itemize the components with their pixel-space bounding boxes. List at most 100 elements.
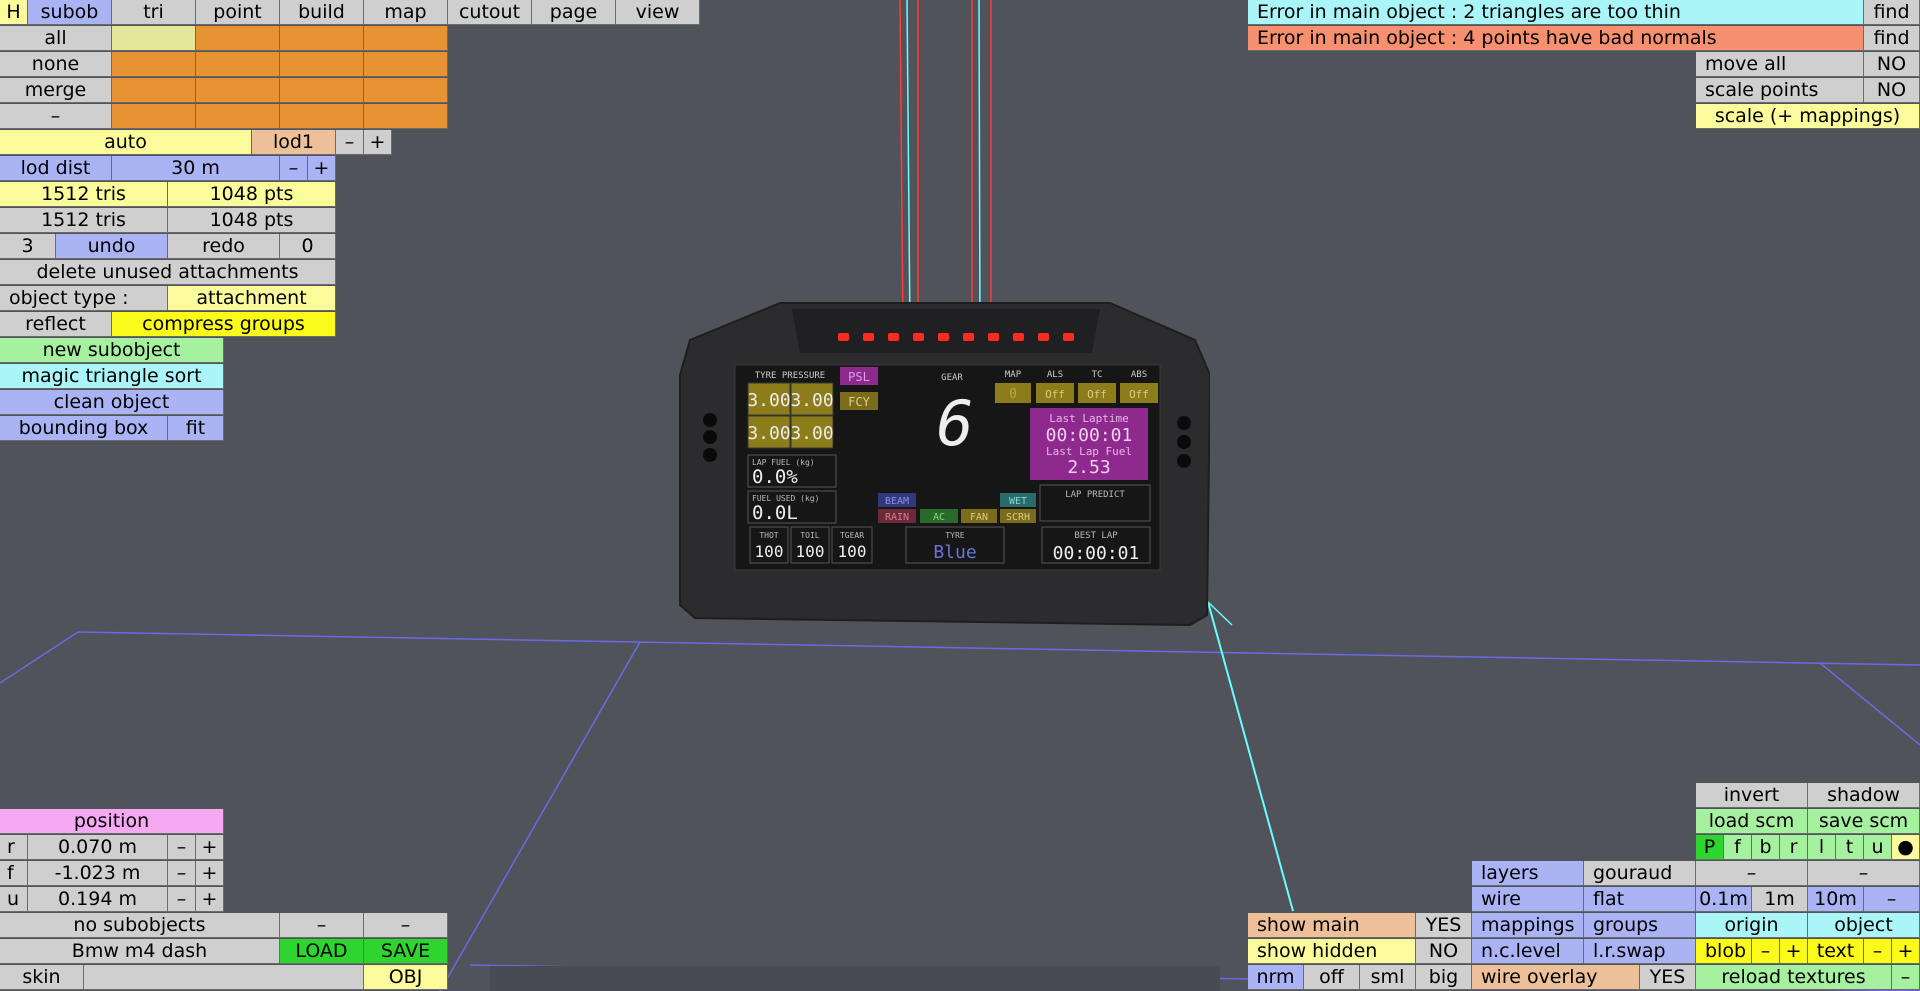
lod-minus-button[interactable]: – bbox=[336, 130, 364, 155]
dash-model[interactable]: TYRE PRESSURE 3.00 3.00 3.00 3.00 PSL FC… bbox=[670, 295, 1210, 630]
object-type-value[interactable]: attachment bbox=[168, 286, 336, 311]
magic-triangle-sort-button[interactable]: magic triangle sort bbox=[0, 364, 224, 389]
find-button[interactable]: find bbox=[1864, 0, 1920, 25]
view-dot-button[interactable]: ● bbox=[1892, 835, 1920, 860]
compress-groups-button[interactable]: compress groups bbox=[112, 312, 336, 337]
bounding-box-button[interactable]: bounding box bbox=[0, 416, 168, 441]
f-plus-button[interactable]: + bbox=[196, 861, 224, 886]
r-plus-button[interactable]: + bbox=[196, 835, 224, 860]
grid-0-1m-button[interactable]: 0.1m bbox=[1696, 887, 1752, 912]
f-value[interactable]: -1.023 m bbox=[28, 861, 168, 886]
gouraud-button[interactable]: gouraud bbox=[1584, 861, 1696, 886]
object-button[interactable]: object bbox=[1808, 913, 1920, 938]
redo-button[interactable]: redo bbox=[168, 234, 280, 259]
dash-button[interactable]: – bbox=[280, 913, 364, 938]
subobject-slot[interactable] bbox=[364, 52, 448, 77]
wire-overlay-toggle[interactable]: YES bbox=[1640, 965, 1696, 990]
wire-button[interactable]: wire bbox=[1472, 887, 1584, 912]
new-subobject-button[interactable]: new subobject bbox=[0, 338, 224, 363]
subobject-slot[interactable] bbox=[196, 52, 280, 77]
skin-field[interactable] bbox=[84, 965, 364, 990]
show-hidden-toggle[interactable]: NO bbox=[1416, 939, 1472, 964]
menu-page[interactable]: page bbox=[532, 0, 616, 25]
load-scm-button[interactable]: load scm bbox=[1696, 809, 1808, 834]
menu-tri[interactable]: tri bbox=[112, 0, 196, 25]
subobject-slot[interactable] bbox=[196, 78, 280, 103]
delete-unused-attachments-button[interactable]: delete unused attachments bbox=[0, 260, 336, 285]
dash-button[interactable]: – bbox=[364, 913, 448, 938]
text-button[interactable]: text bbox=[1808, 939, 1864, 964]
view-top-button[interactable]: t bbox=[1836, 835, 1864, 860]
menu-build[interactable]: build bbox=[280, 0, 364, 25]
menu-view[interactable]: view bbox=[616, 0, 700, 25]
grid-1m-button[interactable]: 1m bbox=[1752, 887, 1808, 912]
scale-points-toggle[interactable]: NO bbox=[1864, 78, 1920, 103]
view-right-button[interactable]: r bbox=[1780, 835, 1808, 860]
show-main-toggle[interactable]: YES bbox=[1416, 913, 1472, 938]
text-minus-button[interactable]: – bbox=[1864, 939, 1892, 964]
lod-auto-button[interactable]: auto bbox=[0, 130, 252, 155]
save-button[interactable]: SAVE bbox=[364, 939, 448, 964]
view-left-button[interactable]: l bbox=[1808, 835, 1836, 860]
find-button[interactable]: find bbox=[1864, 26, 1920, 51]
undo-button[interactable]: undo bbox=[56, 234, 168, 259]
lod-dist-minus-button[interactable]: – bbox=[280, 156, 308, 181]
select-all-button[interactable]: all bbox=[0, 26, 112, 51]
obj-button[interactable]: OBJ bbox=[364, 965, 448, 990]
mappings-button[interactable]: mappings bbox=[1472, 913, 1584, 938]
subobject-slot[interactable] bbox=[280, 78, 364, 103]
normals-big-button[interactable]: big bbox=[1416, 965, 1472, 990]
fit-button[interactable]: fit bbox=[168, 416, 224, 441]
u-minus-button[interactable]: – bbox=[168, 887, 196, 912]
dash-button[interactable]: – bbox=[1808, 861, 1920, 886]
nc-level-button[interactable]: n.c.level bbox=[1472, 939, 1584, 964]
r-value[interactable]: 0.070 m bbox=[28, 835, 168, 860]
view-front-button[interactable]: f bbox=[1724, 835, 1752, 860]
scale-mappings-button[interactable]: scale (+ mappings) bbox=[1696, 104, 1920, 129]
subobject-slot[interactable] bbox=[280, 104, 364, 129]
nrm-button[interactable]: nrm bbox=[1248, 965, 1304, 990]
normals-small-button[interactable]: sml bbox=[1360, 965, 1416, 990]
lr-swap-button[interactable]: l.r.swap bbox=[1584, 939, 1696, 964]
layers-button[interactable]: layers bbox=[1472, 861, 1584, 886]
menu-point[interactable]: point bbox=[196, 0, 280, 25]
blob-minus-button[interactable]: – bbox=[1752, 939, 1780, 964]
save-scm-button[interactable]: save scm bbox=[1808, 809, 1920, 834]
subobject-slot[interactable] bbox=[280, 26, 364, 51]
grid-10m-button[interactable]: 10m bbox=[1808, 887, 1864, 912]
lod-plus-button[interactable]: + bbox=[364, 130, 392, 155]
shadow-button[interactable]: shadow bbox=[1808, 783, 1920, 808]
lod-level[interactable]: lod1 bbox=[252, 130, 336, 155]
merge-button[interactable]: merge bbox=[0, 78, 112, 103]
blob-button[interactable]: blob bbox=[1696, 939, 1752, 964]
r-minus-button[interactable]: – bbox=[168, 835, 196, 860]
lod-dist-value[interactable]: 30 m bbox=[112, 156, 280, 181]
select-none-button[interactable]: none bbox=[0, 52, 112, 77]
subobject-slot[interactable] bbox=[364, 26, 448, 51]
reload-minus-button[interactable]: – bbox=[1892, 965, 1920, 990]
view-under-button[interactable]: u bbox=[1864, 835, 1892, 860]
subobject-slot[interactable] bbox=[364, 104, 448, 129]
subobject-slot[interactable] bbox=[112, 52, 196, 77]
text-plus-button[interactable]: + bbox=[1892, 939, 1920, 964]
load-button[interactable]: LOAD bbox=[280, 939, 364, 964]
lod-dist-plus-button[interactable]: + bbox=[308, 156, 336, 181]
subobject-slot[interactable] bbox=[112, 26, 196, 51]
reflect-button[interactable]: reflect bbox=[0, 312, 112, 337]
dash-button[interactable]: – bbox=[0, 104, 112, 129]
normals-off-button[interactable]: off bbox=[1304, 965, 1360, 990]
dash-button[interactable]: – bbox=[1696, 861, 1808, 886]
u-value[interactable]: 0.194 m bbox=[28, 887, 168, 912]
subobject-slot[interactable] bbox=[112, 78, 196, 103]
menu-subob[interactable]: subob bbox=[28, 0, 112, 25]
u-plus-button[interactable]: + bbox=[196, 887, 224, 912]
menu-map[interactable]: map bbox=[364, 0, 448, 25]
subobject-slot[interactable] bbox=[196, 104, 280, 129]
object-name[interactable]: Bmw m4 dash bbox=[0, 939, 280, 964]
flat-button[interactable]: flat bbox=[1584, 887, 1696, 912]
menu-h[interactable]: H bbox=[0, 0, 28, 25]
clean-object-button[interactable]: clean object bbox=[0, 390, 224, 415]
subobject-slot[interactable] bbox=[364, 78, 448, 103]
subobject-slot[interactable] bbox=[196, 26, 280, 51]
origin-button[interactable]: origin bbox=[1696, 913, 1808, 938]
